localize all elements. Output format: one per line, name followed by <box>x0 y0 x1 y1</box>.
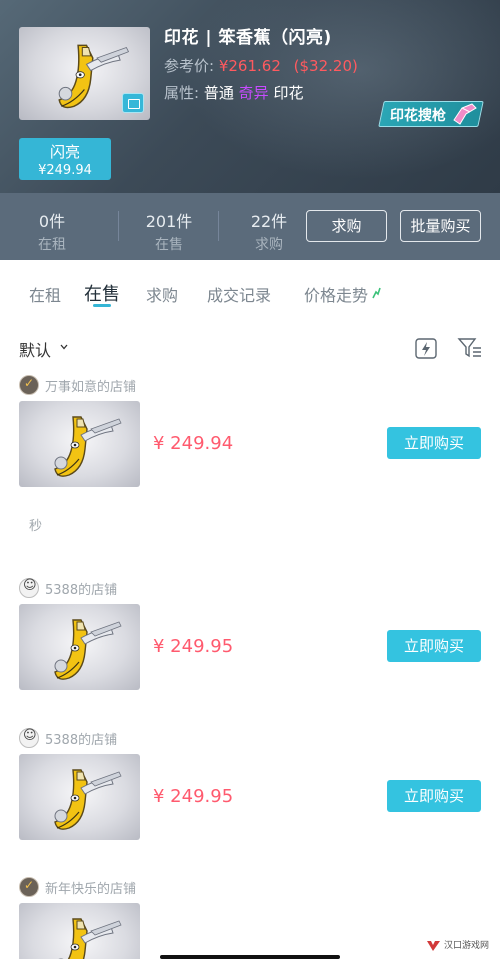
tab-rent[interactable]: 在租 <box>29 282 61 306</box>
shop-name[interactable]: 5388的店铺 <box>45 579 117 598</box>
item-thumbnail[interactable] <box>19 401 140 487</box>
buy-now-button[interactable]: 立即购买 <box>387 780 481 812</box>
shop-name[interactable]: 新年快乐的店铺 <box>45 878 136 897</box>
shop-name[interactable]: 万事如意的店铺 <box>45 376 136 395</box>
banana-sticker-image <box>54 619 122 680</box>
buy-now-button[interactable]: 立即购买 <box>387 427 481 459</box>
item-thumbnail[interactable] <box>19 754 140 840</box>
filter-icon[interactable] <box>457 336 483 360</box>
bulk-buy-button[interactable]: 批量购买 <box>400 210 481 242</box>
3d-view-icon[interactable] <box>122 93 144 113</box>
stat-want-label: 求购 <box>255 237 283 253</box>
sort-dropdown[interactable]: 默认 <box>19 337 51 361</box>
wear-price: ¥249.94 <box>38 163 92 178</box>
trend-icon <box>372 287 381 299</box>
item-image <box>19 27 150 120</box>
reference-price-usd: ($32.20) <box>293 57 358 75</box>
home-indicator <box>160 955 340 959</box>
stat-sale: 201件 在售 <box>129 208 209 254</box>
reference-price-label: 参考价: <box>164 57 215 75</box>
listing-item: 万事如意的店铺 ¥ 249.94 立即购买 <box>0 375 500 495</box>
item-thumbnail[interactable] <box>19 903 140 959</box>
tab-transactions[interactable]: 成交记录 <box>207 282 271 306</box>
stat-rent-label: 在租 <box>38 237 66 253</box>
attribute-normal: 普通 <box>203 84 234 102</box>
attribute-sticker: 印花 <box>273 84 304 102</box>
stat-rent: 0件 在租 <box>12 208 92 254</box>
stat-sale-label: 在售 <box>155 237 183 253</box>
attributes-row: 属性: 普通 奇异 印花 <box>164 82 303 103</box>
stat-divider <box>218 211 219 241</box>
shop-avatar <box>19 728 39 748</box>
item-price: ¥ 249.94 <box>153 433 234 454</box>
watermark-logo-icon <box>427 941 440 951</box>
banana-sticker-image <box>54 416 122 477</box>
stat-sale-count: 201件 <box>145 212 193 231</box>
banana-sticker-image <box>54 769 122 830</box>
item-price: ¥ 249.95 <box>153 786 234 807</box>
watermark-text: 汉口游戏网 <box>444 941 490 951</box>
listing-item: 5388的店铺 ¥ 249.95 立即购买 <box>0 578 500 698</box>
stat-rent-count: 0件 <box>38 212 66 231</box>
shop-avatar <box>19 578 39 598</box>
wear-selector-button[interactable]: 闪亮 ¥249.94 <box>19 138 111 180</box>
reference-price-row: 参考价: ¥261.62 ($32.20) <box>164 55 358 76</box>
listing-item: 5388的店铺 ¥ 249.95 立即购买 <box>0 728 500 848</box>
quick-buy-icon[interactable] <box>414 336 438 360</box>
shop-name[interactable]: 5388的店铺 <box>45 729 117 748</box>
active-tab-indicator <box>93 304 111 307</box>
shop-avatar <box>19 877 39 897</box>
buy-now-button[interactable]: 立即购买 <box>387 630 481 662</box>
wear-name: 闪亮 <box>49 143 80 161</box>
stats-bar: 0件 在租 201件 在售 22件 求购 求购 批量购买 <box>0 193 500 260</box>
delivery-note: 秒 <box>29 519 43 534</box>
watermark: 汉口游戏网 <box>422 936 500 956</box>
attributes-label: 属性: <box>164 84 200 102</box>
item-price: ¥ 249.95 <box>153 636 234 657</box>
tab-sale[interactable]: 在售 <box>84 280 120 306</box>
item-title: 印花 | 笨香蕉（闪亮) <box>164 28 332 48</box>
stat-divider <box>118 211 119 241</box>
reference-price-cny: ¥261.62 <box>218 57 281 75</box>
stat-want: 22件 求购 <box>229 208 309 254</box>
tab-bar: 在租 在售 求购 成交记录 价格走势 <box>0 260 500 316</box>
banana-sticker-image <box>54 918 122 959</box>
shop-avatar <box>19 375 39 395</box>
tab-price-trend[interactable]: 价格走势 <box>304 282 368 306</box>
attribute-exotic: 奇异 <box>238 84 269 102</box>
want-button[interactable]: 求购 <box>306 210 387 242</box>
chevron-down-icon <box>60 344 68 350</box>
sticker-search-label[interactable]: 印花搜枪 <box>390 105 446 125</box>
item-thumbnail[interactable] <box>19 604 140 690</box>
rifle-icon <box>453 103 477 125</box>
tab-want[interactable]: 求购 <box>146 282 178 306</box>
stat-want-count: 22件 <box>250 212 288 231</box>
